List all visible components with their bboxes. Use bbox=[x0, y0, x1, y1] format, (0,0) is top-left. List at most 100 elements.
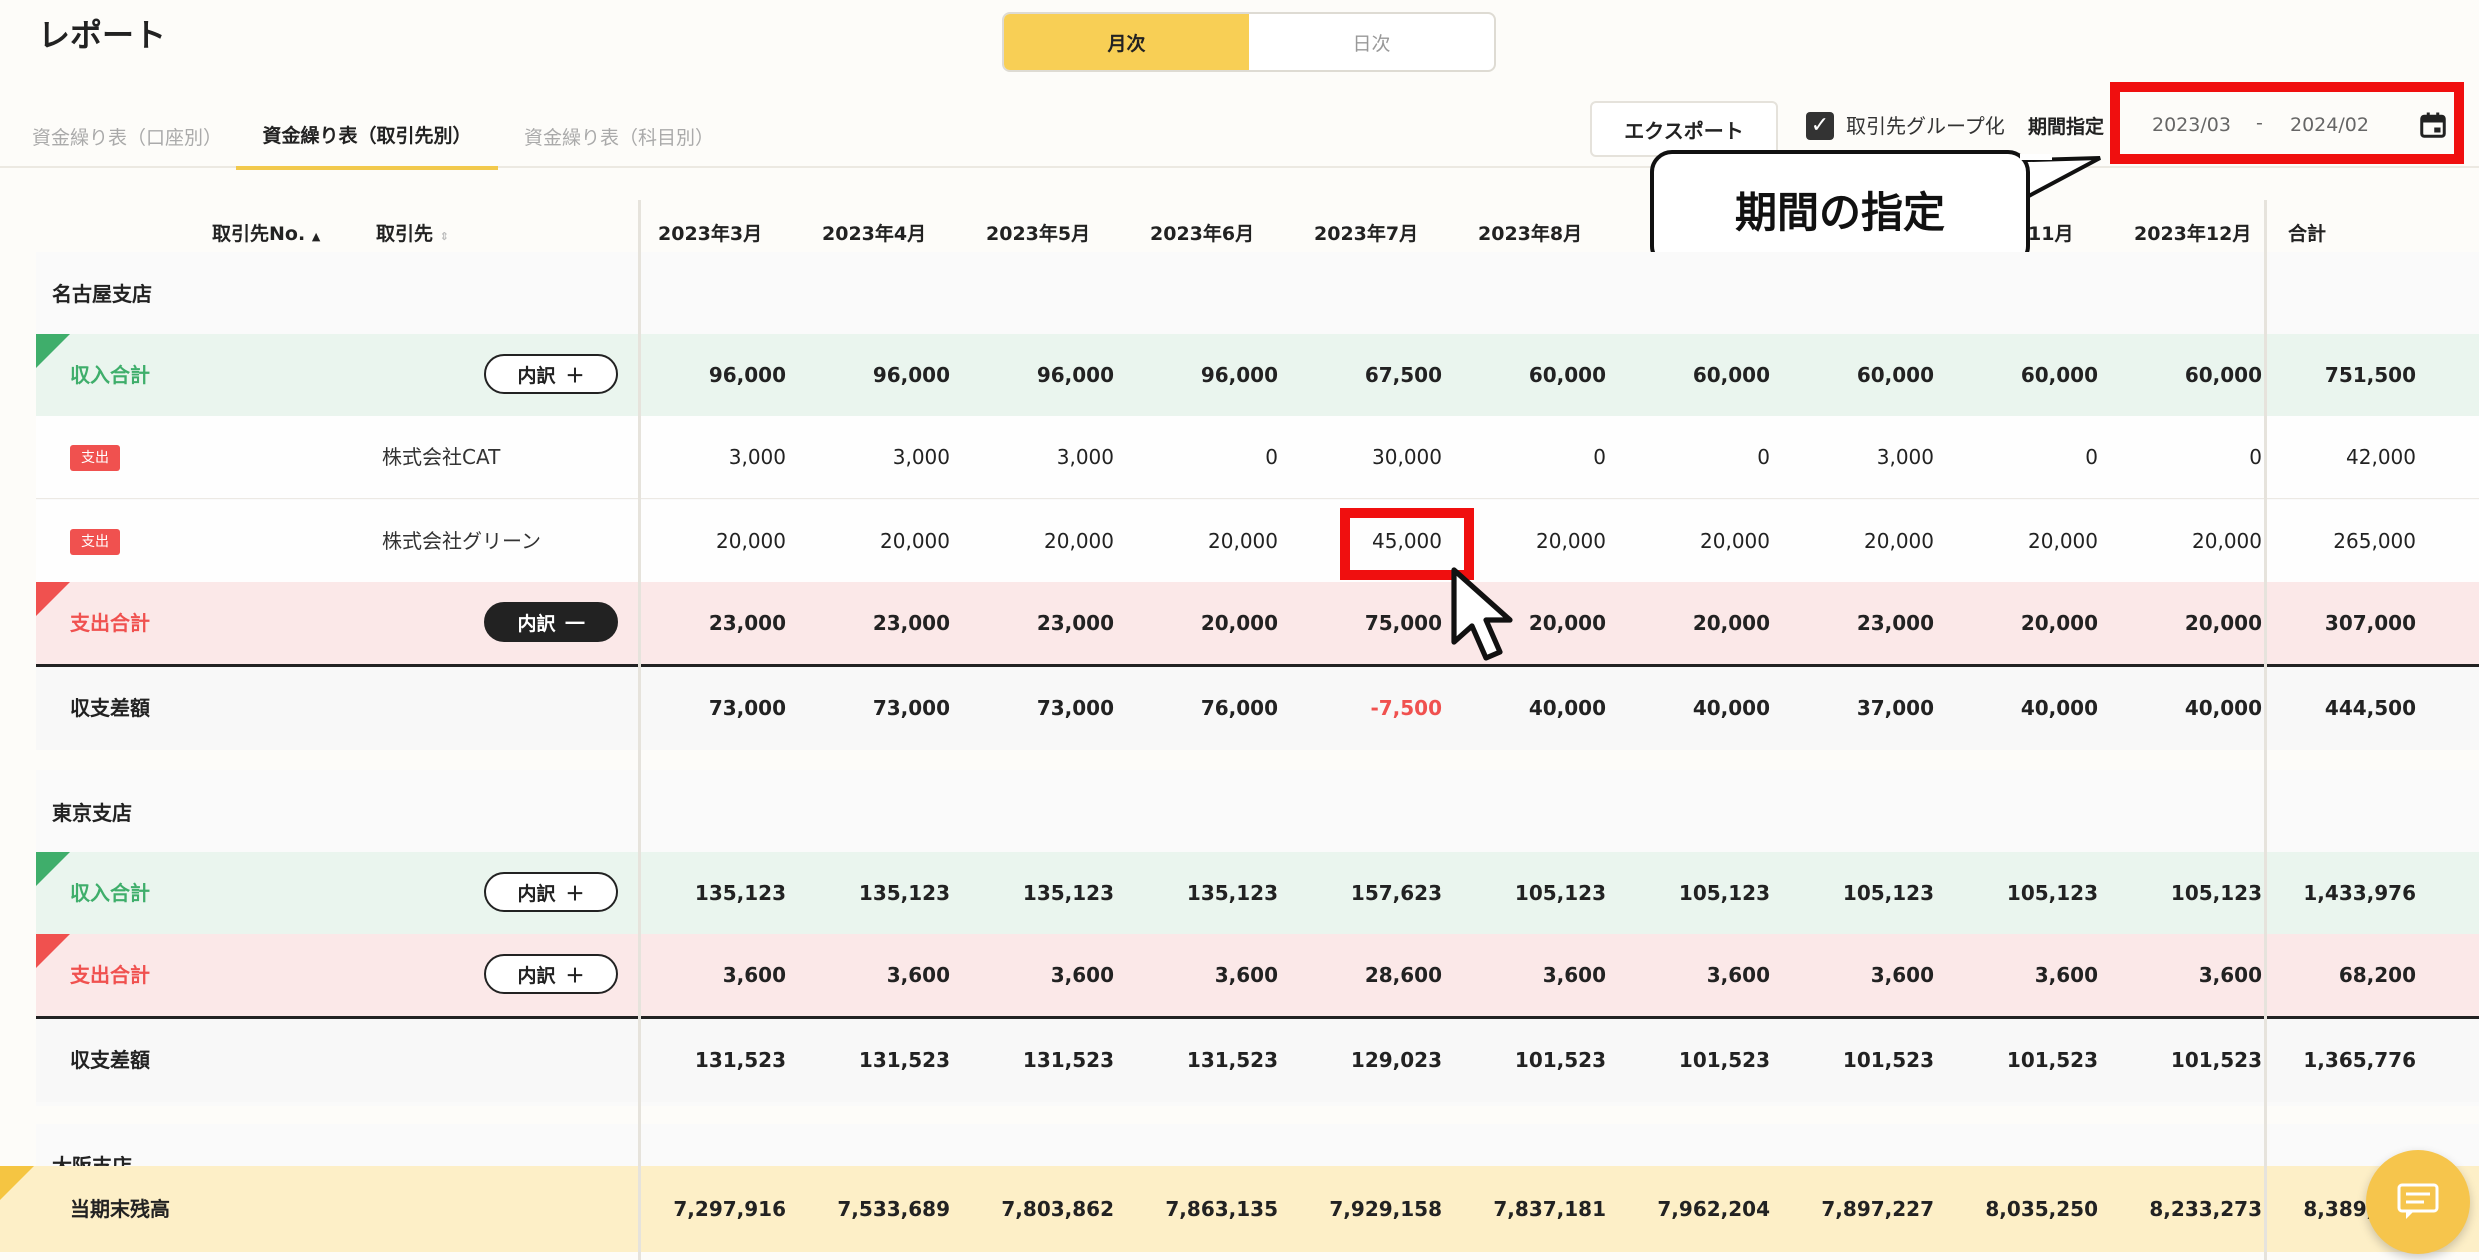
total-cell: 42,000 bbox=[2346, 445, 2416, 469]
value-cell: 135,123 bbox=[1186, 881, 1278, 905]
income-total-label: 収入合計 bbox=[70, 881, 150, 905]
value-cell: 3,600 bbox=[1214, 963, 1278, 987]
tab-subject[interactable]: 資金繰り表（科目別） bbox=[524, 110, 714, 166]
value-cell: 20,000 bbox=[2020, 611, 2098, 635]
value-cell: 7,837,181 bbox=[1493, 1197, 1606, 1221]
value-cell: 105,123 bbox=[2170, 881, 2262, 905]
value-cell: 3,000 bbox=[728, 445, 786, 469]
value-cell: 73,000 bbox=[708, 696, 786, 720]
value-cell: 101,523 bbox=[2170, 1048, 2262, 1072]
expense-total-label: 支出合計 bbox=[70, 611, 150, 635]
value-cell: 67,500 bbox=[1364, 363, 1442, 387]
breakdown-expand-button[interactable]: 内訳＋ bbox=[484, 354, 618, 394]
value-cell: 131,523 bbox=[1186, 1048, 1278, 1072]
total-cell: 307,000 bbox=[2324, 611, 2416, 635]
chat-button[interactable] bbox=[2366, 1150, 2470, 1254]
tab-client[interactable]: 資金繰り表（取引先別） bbox=[236, 110, 498, 170]
value-cell: 20,000 bbox=[1692, 611, 1770, 635]
minus-icon: ― bbox=[565, 611, 585, 633]
expense-item-row[interactable]: 支出 株式会社CAT 3,000 3,000 3,000 0 30,000 0 … bbox=[36, 416, 2479, 499]
total-cell: 1,365,776 bbox=[2303, 1048, 2416, 1072]
value-cell: 60,000 bbox=[1692, 363, 1770, 387]
check-icon: ✓ bbox=[1810, 113, 1830, 138]
value-cell: 20,000 bbox=[1700, 529, 1770, 553]
period-highlight-box bbox=[2110, 82, 2464, 164]
client-name: 株式会社グリーン bbox=[382, 529, 541, 553]
value-cell: 131,523 bbox=[1022, 1048, 1114, 1072]
value-cell: 20,000 bbox=[1044, 529, 1114, 553]
value-cell: 20,000 bbox=[2028, 529, 2098, 553]
plus-icon: ＋ bbox=[565, 964, 585, 987]
value-cell: 96,000 bbox=[872, 363, 950, 387]
value-cell: 0 bbox=[1757, 445, 1770, 469]
breakdown-expand-button[interactable]: 内訳＋ bbox=[484, 872, 618, 912]
group-checkbox[interactable]: ✓ bbox=[1806, 112, 1834, 140]
breakdown-expand-button[interactable]: 内訳＋ bbox=[484, 954, 618, 994]
value-cell: 37,000 bbox=[1856, 696, 1934, 720]
value-cell: 105,123 bbox=[1842, 881, 1934, 905]
value-cell: 135,123 bbox=[694, 881, 786, 905]
value-cell: 20,000 bbox=[880, 529, 950, 553]
value-cell: 40,000 bbox=[2020, 696, 2098, 720]
net-label: 収支差額 bbox=[70, 1048, 150, 1072]
value-cell: 101,523 bbox=[1514, 1048, 1606, 1072]
value-cell: 3,600 bbox=[2034, 963, 2098, 987]
value-cell: 20,000 bbox=[2192, 529, 2262, 553]
value-cell: 3,000 bbox=[892, 445, 950, 469]
export-button[interactable]: エクスポート bbox=[1590, 101, 1778, 157]
col-month: 2023年7月 bbox=[1314, 223, 1419, 245]
value-cell: 3,000 bbox=[1876, 445, 1934, 469]
value-cell: 0 bbox=[1593, 445, 1606, 469]
value-cell: 20,000 bbox=[716, 529, 786, 553]
value-cell: 20,000 bbox=[2184, 611, 2262, 635]
value-cell: 157,623 bbox=[1350, 881, 1442, 905]
income-total-row: 収入合計 内訳＋ 135,123 135,123 135,123 135,123… bbox=[36, 852, 2479, 934]
value-cell: 3,600 bbox=[2198, 963, 2262, 987]
value-cell: 75,000 bbox=[1364, 611, 1442, 635]
col-month: 2023年4月 bbox=[822, 223, 927, 245]
branch-name: 名古屋支店 bbox=[52, 282, 152, 306]
value-cell: 0 bbox=[2249, 445, 2262, 469]
page-title: レポート bbox=[38, 16, 167, 54]
value-cell: 135,123 bbox=[1022, 881, 1114, 905]
value-cell: 23,000 bbox=[872, 611, 950, 635]
value-cell: 105,123 bbox=[1678, 881, 1770, 905]
value-cell: 60,000 bbox=[2184, 363, 2262, 387]
sort-icon[interactable]: ⇕ bbox=[440, 230, 449, 243]
frozen-column-divider bbox=[638, 200, 641, 1260]
income-total-label: 収入合計 bbox=[70, 363, 150, 387]
view-toggle: 月次 日次 bbox=[1002, 12, 1496, 72]
breakdown-collapse-button[interactable]: 内訳 ― bbox=[484, 602, 618, 642]
sort-icon[interactable]: ▲ bbox=[312, 230, 320, 243]
col-month: 2023年3月 bbox=[658, 223, 763, 245]
callout-bubble: 期間の指定 bbox=[1650, 150, 2030, 268]
value-cell: 20,000 bbox=[1208, 529, 1278, 553]
expense-item-row[interactable]: 支出 株式会社グリーン 20,000 20,000 20,000 20,000 … bbox=[36, 500, 2479, 583]
value-cell: 76,000 bbox=[1200, 696, 1278, 720]
value-cell: 7,297,916 bbox=[673, 1197, 786, 1221]
value-cell: 7,929,158 bbox=[1329, 1197, 1442, 1221]
value-cell: 131,523 bbox=[694, 1048, 786, 1072]
chat-icon bbox=[2397, 1183, 2439, 1219]
value-cell: 3,600 bbox=[1542, 963, 1606, 987]
value-cell: 3,600 bbox=[1870, 963, 1934, 987]
value-cell: 23,000 bbox=[1036, 611, 1114, 635]
tab-account[interactable]: 資金繰り表（口座別） bbox=[32, 110, 222, 166]
daily-toggle-button[interactable]: 日次 bbox=[1249, 14, 1494, 70]
value-cell: 40,000 bbox=[2184, 696, 2262, 720]
value-cell: 3,600 bbox=[722, 963, 786, 987]
value-cell: 3,600 bbox=[1050, 963, 1114, 987]
total-cell: 444,500 bbox=[2324, 696, 2416, 720]
net-row: 収支差額 131,523 131,523 131,523 131,523 129… bbox=[36, 1016, 2479, 1102]
col-month: 2023年5月 bbox=[986, 223, 1091, 245]
col-client[interactable]: 取引先 ⇕ bbox=[376, 216, 449, 252]
income-total-row: 収入合計 内訳＋ 96,000 96,000 96,000 96,000 67,… bbox=[36, 334, 2479, 416]
monthly-toggle-button[interactable]: 月次 bbox=[1004, 14, 1249, 70]
value-cell: 96,000 bbox=[1036, 363, 1114, 387]
col-month: 2023年6月 bbox=[1150, 223, 1255, 245]
total-cell: 751,500 bbox=[2324, 363, 2416, 387]
value-cell: 40,000 bbox=[1528, 696, 1606, 720]
value-cell: 60,000 bbox=[2020, 363, 2098, 387]
col-client-no[interactable]: 取引先No. ▲ bbox=[212, 216, 320, 252]
ending-balance-label: 当期末残高 bbox=[70, 1197, 170, 1221]
